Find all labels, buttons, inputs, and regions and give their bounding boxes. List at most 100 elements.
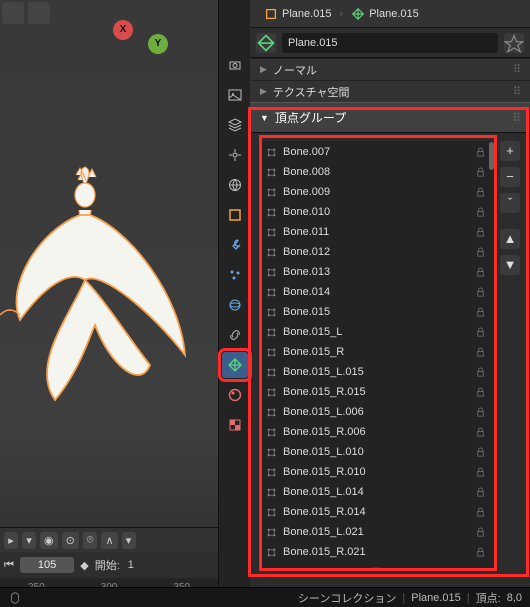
- tab-modifiers[interactable]: [222, 232, 248, 258]
- tab-object[interactable]: [222, 202, 248, 228]
- vertex-group-row[interactable]: Bone.015_L.010: [258, 442, 494, 462]
- vertex-group-name[interactable]: Bone.015_R.006: [283, 426, 469, 438]
- tab-physics[interactable]: [222, 292, 248, 318]
- tab-scene[interactable]: [222, 142, 248, 168]
- tab-texture[interactable]: [222, 412, 248, 438]
- vertex-group-name[interactable]: Bone.013: [283, 266, 469, 278]
- lock-icon[interactable]: [475, 467, 486, 478]
- vertex-group-row[interactable]: Bone.013: [258, 262, 494, 282]
- lock-icon[interactable]: [475, 247, 486, 258]
- lock-icon[interactable]: [475, 347, 486, 358]
- viewport-3d[interactable]: X Y ▸ ▾ ◉ ⊙ ⌾ ∧ ▾: [0, 0, 219, 607]
- vertex-group-name[interactable]: Bone.015: [283, 306, 469, 318]
- vertex-groups-list[interactable]: Bone.007 Bone.008 Bone.009 Bone.010 Bone.011…: [258, 141, 494, 571]
- object-mode-icon[interactable]: [2, 2, 24, 24]
- vertex-group-name[interactable]: Bone.015_L.015: [283, 366, 469, 378]
- add-group-button[interactable]: +: [500, 141, 520, 161]
- axis-y-icon[interactable]: Y: [148, 34, 168, 54]
- vertex-group-row[interactable]: Bone.011: [258, 222, 494, 242]
- vertex-group-row[interactable]: Bone.009: [258, 182, 494, 202]
- vertex-groups-header[interactable]: ▼ 頂点グループ ⠿: [250, 102, 530, 133]
- group-menu-button[interactable]: ˇ: [500, 193, 520, 213]
- lock-icon[interactable]: [475, 227, 486, 238]
- cursor-icon[interactable]: ◉: [40, 532, 58, 549]
- vertex-group-name[interactable]: Bone.015_L.014: [283, 486, 469, 498]
- remove-group-button[interactable]: −: [500, 167, 520, 187]
- lock-icon[interactable]: [475, 407, 486, 418]
- lock-icon[interactable]: [475, 387, 486, 398]
- tab-material[interactable]: [222, 382, 248, 408]
- lock-icon[interactable]: [475, 367, 486, 378]
- move-up-button[interactable]: ▲: [500, 229, 520, 249]
- vertex-group-row[interactable]: Bone.015_R: [258, 342, 494, 362]
- skip-start-icon[interactable]: ⏮: [4, 559, 14, 572]
- normals-panel-header[interactable]: ▶ ノーマル ⠿: [250, 58, 530, 80]
- vertex-group-name[interactable]: Bone.008: [283, 166, 469, 178]
- vertex-group-name[interactable]: Bone.011: [283, 226, 469, 238]
- scrollbar-thumb[interactable]: [489, 142, 494, 170]
- vertex-group-row[interactable]: Bone.015_L.015: [258, 362, 494, 382]
- vertex-group-name[interactable]: Bone.015_R.021: [283, 546, 469, 558]
- vertex-group-row[interactable]: Bone.010: [258, 202, 494, 222]
- viewport-menu-icon[interactable]: [28, 2, 50, 24]
- chevron-down-icon[interactable]: ▾: [122, 532, 136, 549]
- lock-icon[interactable]: [475, 147, 486, 158]
- vertex-group-row[interactable]: Bone.015_L.014: [258, 482, 494, 502]
- tab-render[interactable]: [222, 52, 248, 78]
- vertex-group-row[interactable]: Bone.015_R.006: [258, 422, 494, 442]
- vertex-group-row[interactable]: Bone.015_L: [258, 322, 494, 342]
- proportional-icon[interactable]: ∧: [101, 532, 117, 549]
- vertex-group-name[interactable]: Bone.015_R.014: [283, 506, 469, 518]
- vertex-group-name[interactable]: Bone.015_L: [283, 326, 469, 338]
- lock-icon[interactable]: [475, 447, 486, 458]
- vertex-group-row[interactable]: Bone.012: [258, 242, 494, 262]
- vertex-group-name[interactable]: Bone.007: [283, 146, 469, 158]
- current-frame-field[interactable]: 105: [20, 557, 74, 573]
- lock-icon[interactable]: [475, 307, 486, 318]
- vertex-group-name[interactable]: Bone.014: [283, 286, 469, 298]
- pointer-icon[interactable]: ▸: [4, 532, 18, 549]
- tab-mesh-data[interactable]: [222, 352, 248, 378]
- vertex-group-name[interactable]: Bone.012: [283, 246, 469, 258]
- pivot-icon[interactable]: ⊙: [62, 532, 79, 549]
- lock-icon[interactable]: [475, 527, 486, 538]
- lock-icon[interactable]: [475, 427, 486, 438]
- start-value[interactable]: 1: [128, 559, 134, 571]
- mesh-name-input[interactable]: [282, 33, 498, 53]
- vertex-group-row[interactable]: Bone.015_R.014: [258, 502, 494, 522]
- move-down-button[interactable]: ▼: [500, 255, 520, 275]
- vertex-group-name[interactable]: Bone.010: [283, 206, 469, 218]
- tab-particles[interactable]: [222, 262, 248, 288]
- vertex-group-name[interactable]: Bone.009: [283, 186, 469, 198]
- nav-gizmo[interactable]: X Y: [143, 0, 203, 60]
- vertex-group-row[interactable]: Bone.008: [258, 162, 494, 182]
- vertex-group-name[interactable]: Bone.015_R.015: [283, 386, 469, 398]
- vertex-group-name[interactable]: Bone.015_L.010: [283, 446, 469, 458]
- tab-world[interactable]: [222, 172, 248, 198]
- tab-constraints[interactable]: [222, 322, 248, 348]
- vertex-group-row[interactable]: Bone.015_R.015: [258, 382, 494, 402]
- axis-x-icon[interactable]: X: [113, 20, 133, 40]
- keyframe-icon[interactable]: ◆: [80, 559, 88, 572]
- lock-icon[interactable]: [475, 287, 486, 298]
- lock-icon[interactable]: [475, 327, 486, 338]
- vertex-group-row[interactable]: Bone.015_L.006: [258, 402, 494, 422]
- vertex-group-name[interactable]: Bone.015_L.021: [283, 526, 469, 538]
- tab-output[interactable]: [222, 82, 248, 108]
- lock-icon[interactable]: [475, 187, 486, 198]
- vertex-group-row[interactable]: Bone.007: [258, 142, 494, 162]
- view-dropdown-icon[interactable]: ▾: [22, 532, 36, 549]
- vertex-group-row[interactable]: Bone.015_R.010: [258, 462, 494, 482]
- tab-view-layer[interactable]: [222, 112, 248, 138]
- list-grip[interactable]: ⠿: [258, 562, 494, 571]
- magnet-icon[interactable]: ⌾: [83, 532, 98, 549]
- vertex-group-name[interactable]: Bone.015_L.006: [283, 406, 469, 418]
- vertex-group-row[interactable]: Bone.015_R.021: [258, 542, 494, 562]
- fake-user-icon[interactable]: [504, 33, 524, 53]
- vertex-group-name[interactable]: Bone.015_R: [283, 346, 469, 358]
- mesh-data-icon[interactable]: [256, 33, 276, 53]
- lock-icon[interactable]: [475, 487, 486, 498]
- lock-icon[interactable]: [475, 547, 486, 558]
- lock-icon[interactable]: [475, 167, 486, 178]
- vertex-group-row[interactable]: Bone.014: [258, 282, 494, 302]
